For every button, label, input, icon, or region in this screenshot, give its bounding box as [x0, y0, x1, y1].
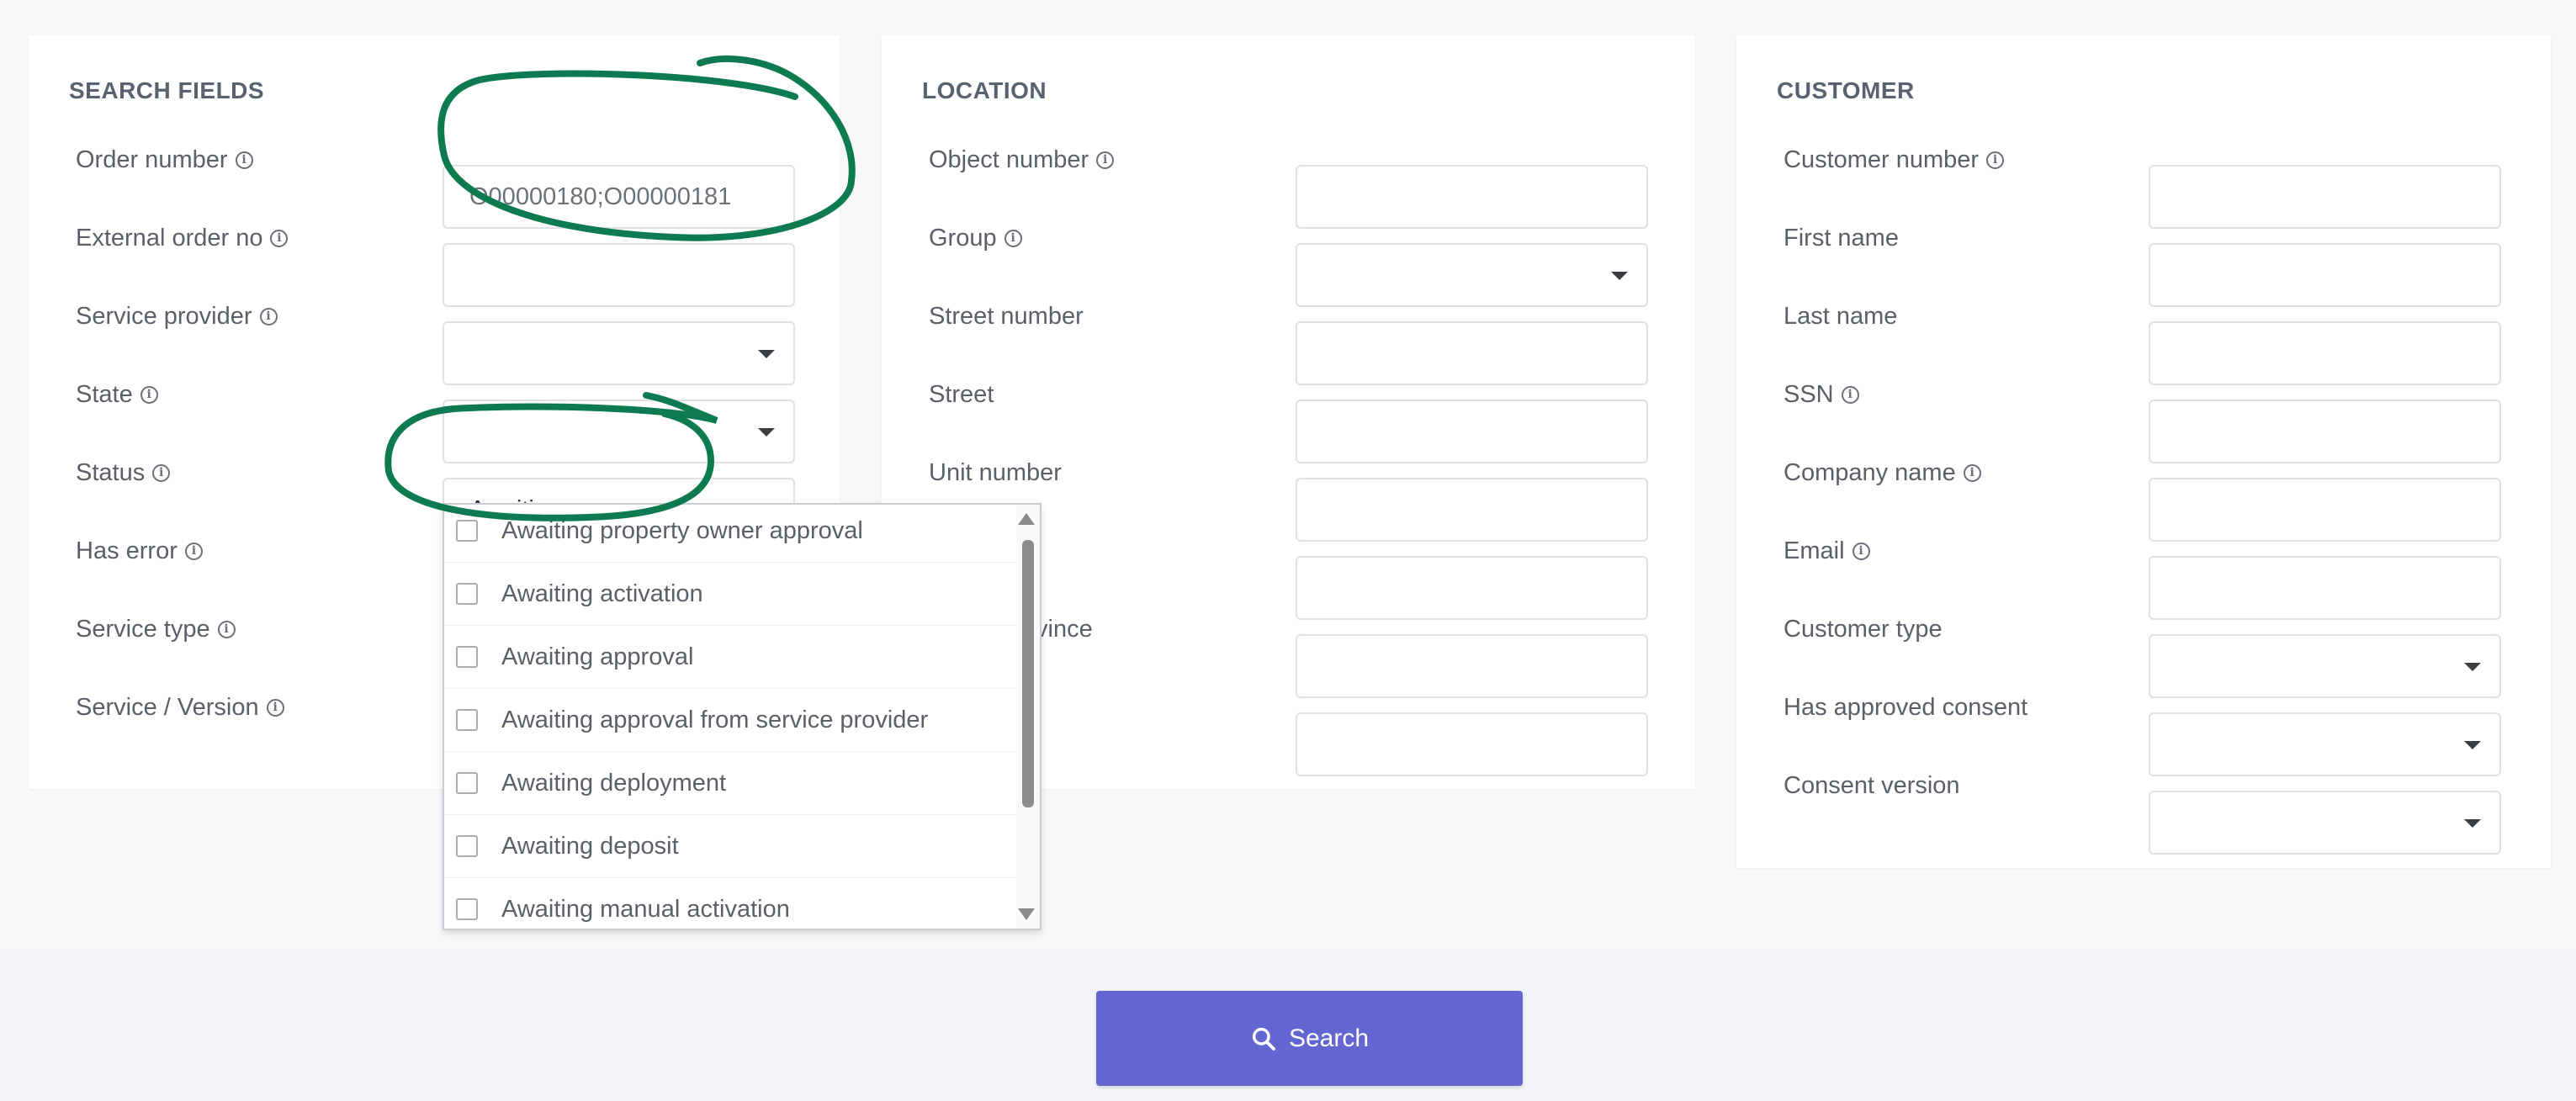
state-row: State i: [29, 364, 840, 463]
order-number-row: Order number i O00000180;O00000181: [29, 130, 840, 229]
street-number-row: Street number: [882, 286, 1695, 385]
customer-type-row: Customer type: [1736, 599, 2551, 698]
scroll-up-icon[interactable]: [1018, 513, 1035, 525]
checkbox-icon[interactable]: [456, 646, 478, 668]
info-icon[interactable]: i: [217, 621, 236, 638]
consent-version-row: Consent version: [1736, 755, 2551, 855]
checkbox-icon[interactable]: [456, 772, 478, 794]
info-icon[interactable]: i: [1096, 151, 1115, 169]
status-option[interactable]: Awaiting property owner approval: [444, 505, 1016, 563]
customer-number-row: Customer number i: [1736, 130, 2551, 229]
state-label: State: [76, 381, 133, 408]
status-option-label: Awaiting property owner approval: [501, 516, 863, 544]
scrollbar-thumb[interactable]: [1022, 540, 1034, 807]
info-icon[interactable]: i: [1852, 543, 1870, 560]
info-icon[interactable]: i: [1004, 230, 1022, 247]
info-icon[interactable]: i: [270, 230, 289, 247]
consent-version-label: Consent version: [1784, 772, 1960, 799]
ssn-label: SSN: [1784, 381, 1834, 408]
info-icon[interactable]: i: [235, 151, 253, 169]
customer-panel: CUSTOMER Customer number i First name Las…: [1736, 35, 2551, 868]
external-order-no-label: External order no: [76, 225, 263, 251]
street-number-label: Street number: [929, 303, 1084, 330]
first-name-row: First name: [1736, 208, 2551, 307]
customer-type-label: Customer type: [1784, 616, 1943, 643]
unit-number-label: Unit number: [929, 459, 1062, 486]
email-row: Email i: [1736, 521, 2551, 620]
scroll-down-icon[interactable]: [1018, 908, 1035, 920]
chevron-down-icon: [1611, 272, 1628, 280]
status-option-label: Awaiting approval: [501, 643, 694, 670]
status-option[interactable]: Awaiting deposit: [444, 815, 1016, 878]
checkbox-icon[interactable]: [456, 520, 478, 542]
checkbox-icon[interactable]: [456, 835, 478, 857]
checkbox-icon[interactable]: [456, 709, 478, 731]
street-label: Street: [929, 381, 994, 408]
first-name-label: First name: [1784, 225, 1899, 251]
chevron-down-icon: [2464, 819, 2481, 828]
status-label: Status: [76, 459, 146, 486]
ssn-row: SSN i: [1736, 364, 2551, 463]
chevron-down-icon: [758, 350, 775, 358]
has-error-label: Has error: [76, 537, 178, 564]
external-order-no-row: External order no i: [29, 208, 840, 307]
group-row: Group i: [882, 208, 1695, 307]
email-label: Email: [1784, 537, 1845, 564]
consent-version-select[interactable]: [2149, 791, 2501, 855]
info-icon[interactable]: i: [152, 464, 171, 482]
customer-number-label: Customer number: [1784, 146, 1980, 173]
company-name-row: Company name i: [1736, 442, 2551, 542]
status-option-label: Awaiting manual activation: [501, 895, 790, 923]
info-icon[interactable]: i: [1963, 464, 1981, 482]
info-icon[interactable]: i: [266, 699, 284, 717]
status-option[interactable]: Awaiting activation: [444, 563, 1016, 626]
status-option-label: Awaiting activation: [501, 580, 703, 607]
location-title: LOCATION: [922, 77, 1047, 103]
status-option[interactable]: Awaiting deployment: [444, 752, 1016, 815]
info-icon[interactable]: i: [1986, 151, 2005, 169]
status-option[interactable]: Awaiting approval from service provider: [444, 689, 1016, 752]
service-provider-label: Service provider: [76, 303, 252, 330]
service-type-label: Service type: [76, 616, 210, 643]
street-row: Street: [882, 364, 1695, 463]
info-icon[interactable]: i: [259, 308, 278, 326]
status-dropdown[interactable]: Awaiting property owner approval Awaitin…: [443, 503, 1042, 930]
group-label: Group: [929, 225, 997, 251]
status-option-label: Awaiting approval from service provider: [501, 706, 929, 733]
chevron-down-icon: [2464, 663, 2481, 671]
service-provider-row: Service provider i: [29, 286, 840, 385]
info-icon[interactable]: i: [184, 543, 203, 560]
object-number-label: Object number: [929, 146, 1089, 173]
status-option-label: Awaiting deployment: [501, 769, 727, 797]
last-name-row: Last name: [1736, 286, 2551, 385]
status-row: Statusi Awaiting: [29, 442, 840, 542]
search-button-label: Search: [1288, 1024, 1370, 1052]
checkbox-icon[interactable]: [456, 898, 478, 920]
has-approved-consent-label: Has approved consent: [1784, 694, 2028, 721]
status-option-label: Awaiting deposit: [501, 832, 679, 860]
checkbox-icon[interactable]: [456, 583, 478, 605]
province-label: vince: [1036, 616, 1093, 643]
unit-number-row: Unit number: [882, 442, 1695, 542]
chevron-down-icon: [2464, 741, 2481, 749]
location-row-8-input[interactable]: [1296, 712, 1648, 776]
last-name-label: Last name: [1784, 303, 1898, 330]
object-number-row: Object number i: [882, 130, 1695, 229]
search-fields-title: SEARCH FIELDS: [69, 77, 265, 103]
status-option[interactable]: Awaiting manual activation: [444, 878, 1016, 929]
search-icon: [1252, 1027, 1275, 1051]
search-button[interactable]: Search: [1096, 991, 1523, 1086]
info-icon[interactable]: i: [1841, 386, 1859, 404]
chevron-down-icon: [758, 428, 775, 437]
has-approved-consent-row: Has approved consent: [1736, 677, 2551, 776]
service-version-label: Service / Version: [76, 694, 259, 721]
info-icon[interactable]: i: [140, 386, 158, 404]
customer-title: CUSTOMER: [1777, 77, 1915, 103]
status-option[interactable]: Awaiting approval: [444, 626, 1016, 689]
dropdown-scrollbar[interactable]: [1016, 505, 1040, 929]
order-number-label: Order number: [76, 146, 228, 173]
company-name-label: Company name: [1784, 459, 1956, 486]
